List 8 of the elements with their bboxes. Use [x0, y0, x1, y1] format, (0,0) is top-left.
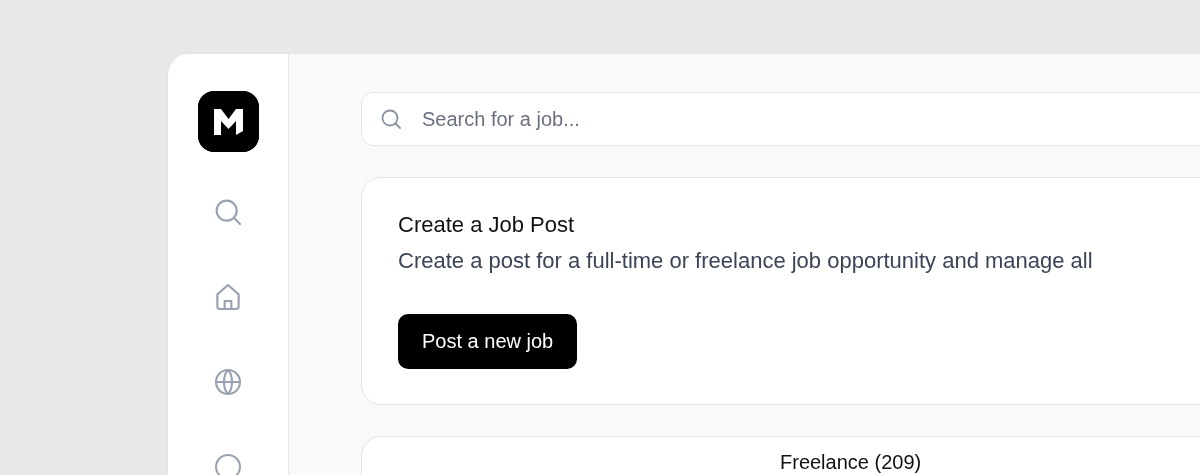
post-job-button[interactable]: Post a new job [398, 314, 578, 369]
globe-icon[interactable] [212, 366, 244, 398]
search-icon [379, 107, 403, 131]
card-description: Create a post for a full-time or freelance job opportunity and manage all [398, 248, 1094, 274]
search-field[interactable]: Search for a job... [361, 92, 1200, 146]
tab[interactable]: Freelance (209) [780, 451, 922, 473]
logo-icon [197, 91, 259, 152]
card-title: Create a Job Post [398, 212, 576, 238]
